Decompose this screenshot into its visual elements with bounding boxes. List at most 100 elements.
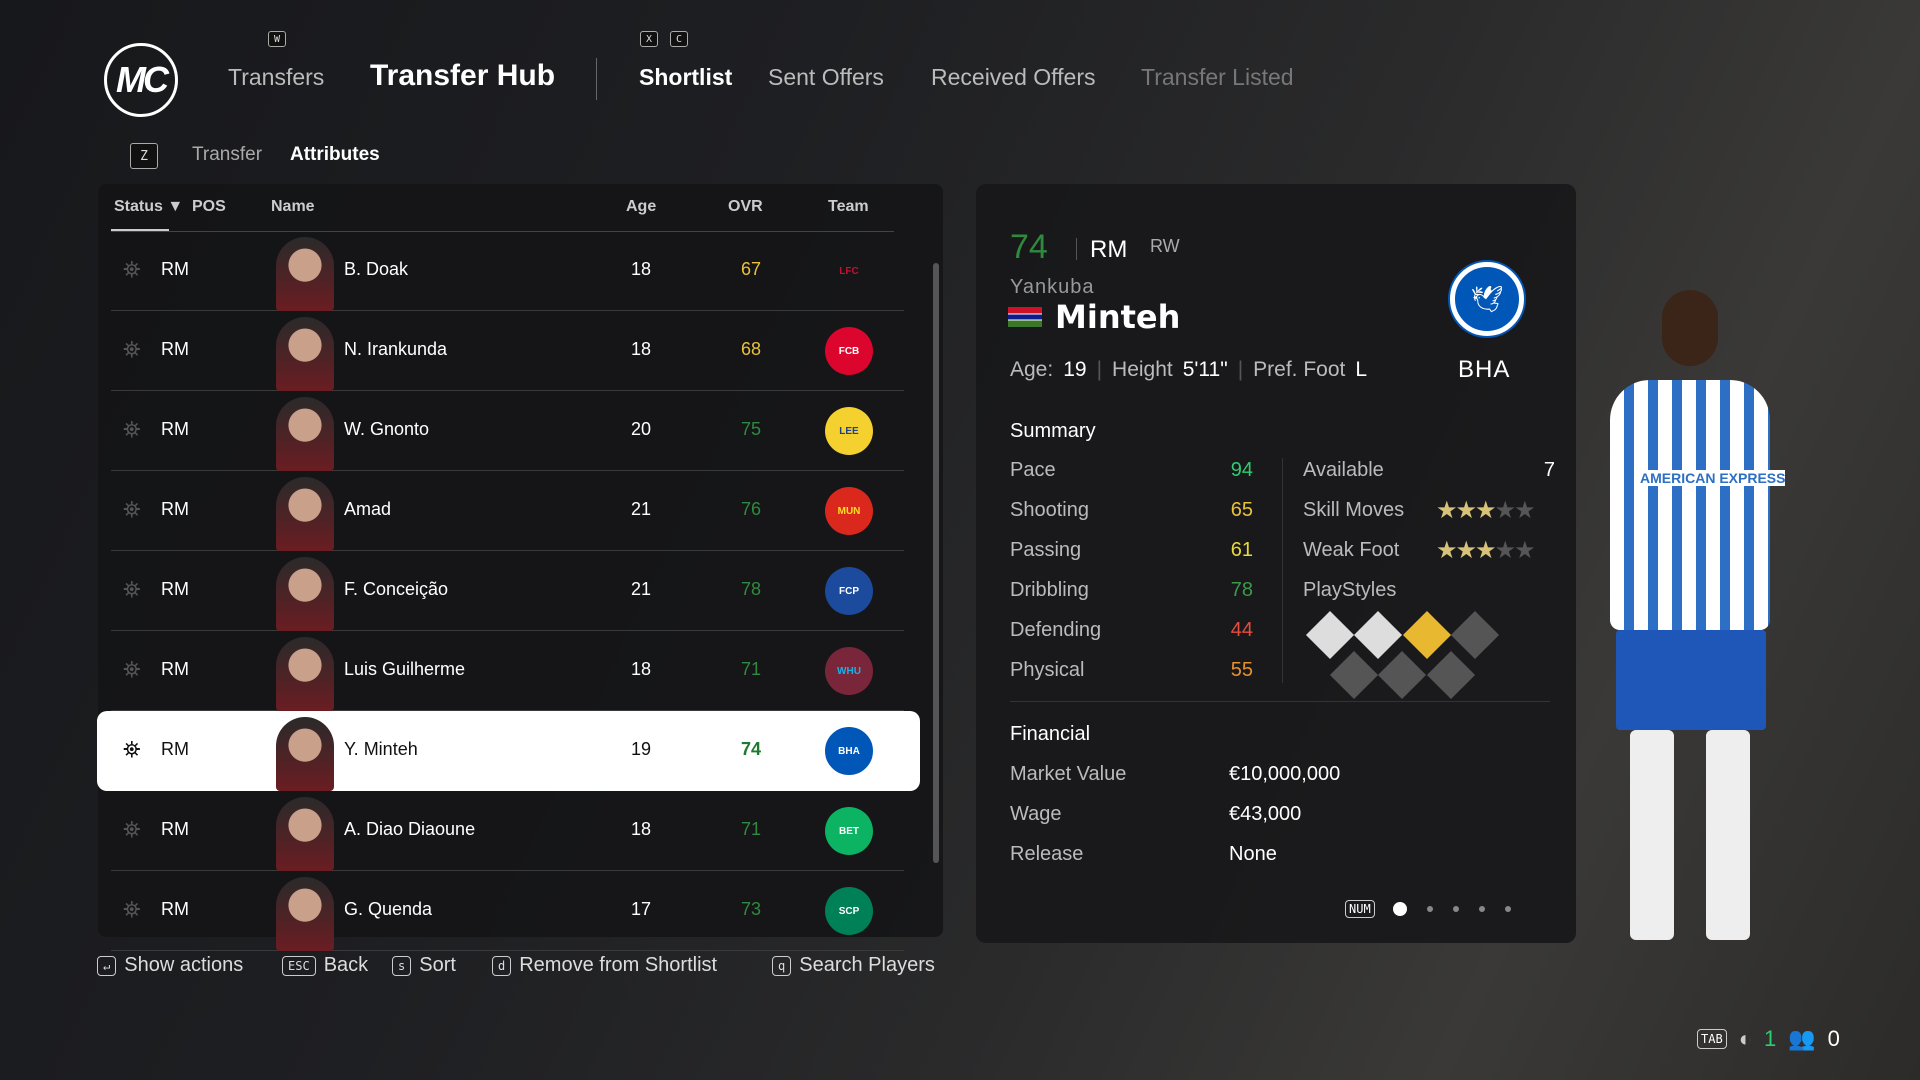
financial-label: Wage: [1010, 803, 1062, 825]
key-hint-z: Z: [130, 143, 158, 169]
height-value: 5'11": [1182, 358, 1228, 381]
row-name: F. Conceição: [344, 579, 449, 599]
table-row[interactable]: ⛯ RM Amad 21 76 MUN: [111, 471, 904, 551]
table-row[interactable]: ⛯ RM B. Doak 18 67 LFC: [111, 231, 904, 311]
table-row[interactable]: ⛯ RM Luis Guilherme 18 71 WHU: [111, 631, 904, 711]
row-ovr: 76: [741, 499, 762, 519]
row-age: 18: [631, 659, 652, 679]
binoculars-icon[interactable]: ⛯: [123, 257, 141, 283]
player-avatar: [276, 717, 334, 791]
stat-value: 78: [1230, 579, 1253, 601]
row-name: Amad: [344, 499, 392, 519]
key-hint-x: X: [640, 31, 658, 47]
brighton-crest-icon: 🕊: [1450, 262, 1524, 336]
player-avatar: [276, 877, 334, 951]
hint-sort[interactable]: s Sort: [392, 954, 456, 977]
player-avatar: [276, 557, 334, 631]
row-name: W. Gnonto: [344, 419, 430, 439]
age-label: Age:: [1010, 358, 1054, 381]
binoculars-icon[interactable]: ⛯: [123, 417, 141, 443]
col-team[interactable]: Team: [828, 198, 869, 216]
table-row[interactable]: ⛯ RM G. Quenda 17 73 SCP: [111, 871, 904, 951]
scrollbar[interactable]: [933, 263, 939, 863]
table-row[interactable]: ⛯ RM W. Gnonto 20 75 LEE: [111, 391, 904, 471]
divider: [1282, 458, 1283, 683]
binoculars-icon[interactable]: ⛯: [123, 817, 141, 843]
hint-search-players[interactable]: q Search Players: [772, 954, 935, 977]
table-row[interactable]: ⛯ RM A. Diao Diaoune 18 71 BET: [111, 791, 904, 871]
binoculars-icon[interactable]: ⛯: [123, 337, 141, 363]
row-name: G. Quenda: [344, 899, 433, 919]
hint-label: Sort: [419, 954, 456, 976]
page-dot[interactable]: [1452, 906, 1459, 912]
row-age: 21: [631, 499, 652, 519]
row-pos: RM: [161, 499, 189, 519]
team-crest-icon: FCP: [825, 567, 873, 615]
hint-remove-from-shortlist[interactable]: d Remove from Shortlist: [492, 954, 717, 977]
col-ovr[interactable]: OVR: [728, 198, 763, 216]
key-hint: s: [392, 955, 412, 976]
financial-label: Market Value: [1010, 763, 1127, 785]
key-hint: ↵: [97, 955, 117, 976]
page-dot[interactable]: [1426, 906, 1433, 912]
player-avatar: [276, 637, 334, 711]
hint-label: Search Players: [799, 954, 935, 976]
playstyles-label: PlayStyles: [1303, 579, 1397, 601]
friends-icon: 👥: [1788, 1026, 1816, 1051]
row-pos: RM: [161, 899, 189, 919]
player-avatar: [276, 397, 334, 471]
binoculars-icon[interactable]: ⛯: [123, 657, 141, 683]
team-crest-icon: LFC: [839, 265, 859, 277]
stat-label: Pace: [1010, 459, 1056, 481]
hint-label: Show actions: [124, 954, 244, 976]
page-dot[interactable]: [1504, 906, 1511, 912]
table-row[interactable]: ⛯ RM N. Irankunda 18 68 FCB: [111, 311, 904, 391]
binoculars-icon[interactable]: ⛯: [123, 737, 141, 763]
subtab-transfer[interactable]: Transfer: [192, 144, 262, 166]
tab-received-offers[interactable]: Received Offers: [931, 64, 1095, 91]
friends-count: 0: [1827, 1026, 1840, 1051]
key-hint: ESC: [282, 955, 316, 976]
player-avatar: [276, 477, 334, 551]
page-dot[interactable]: [1478, 906, 1485, 912]
col-name[interactable]: Name: [271, 198, 315, 216]
stat-value: 94: [1230, 459, 1253, 481]
row-age: 19: [631, 739, 652, 759]
tab-shortlist[interactable]: Shortlist: [639, 64, 732, 91]
financial-value: €43,000: [1229, 803, 1302, 825]
subtab-attributes[interactable]: Attributes: [290, 144, 380, 166]
hint-show-actions[interactable]: ↵ Show actions: [97, 954, 243, 977]
stat-label: Passing: [1010, 539, 1082, 561]
player-bio: Age: 19 | Height 5'11" | Pref. Foot L: [1010, 358, 1368, 381]
row-ovr: 71: [741, 659, 762, 679]
table-row[interactable]: ⛯ RM F. Conceição 21 78 FCP: [111, 551, 904, 631]
row-ovr: 68: [741, 339, 762, 359]
row-age: 18: [631, 819, 652, 839]
col-age[interactable]: Age: [626, 198, 656, 216]
tab-sent-offers[interactable]: Sent Offers: [768, 64, 884, 91]
binoculars-icon[interactable]: ⛯: [123, 497, 141, 523]
age-value: 19: [1063, 358, 1087, 381]
player-first-name: Yankuba: [1010, 276, 1095, 298]
row-age: 21: [631, 579, 652, 599]
row-pos: RM: [161, 259, 189, 279]
table-row[interactable]: ⛯ RM Y. Minteh 19 74 BHA: [97, 711, 920, 791]
row-age: 18: [631, 259, 652, 279]
tab-transfers[interactable]: Transfers: [228, 64, 324, 91]
hint-back[interactable]: ESC Back: [282, 954, 368, 977]
pager[interactable]: NUM: [1345, 900, 1511, 918]
stat-value: 61: [1230, 539, 1253, 561]
stat-label: Defending: [1010, 619, 1102, 641]
tab-transfer-listed[interactable]: Transfer Listed: [1141, 64, 1294, 91]
page-dot[interactable]: [1392, 902, 1407, 916]
hint-label: Back: [323, 954, 369, 976]
col-pos[interactable]: POS: [192, 198, 226, 216]
col-status[interactable]: Status ▼: [114, 198, 183, 216]
skill-moves-stars: ★★★★★: [1436, 497, 1536, 524]
chat-icon: ◐: [1738, 1026, 1752, 1051]
skill-moves-label: Skill Moves: [1303, 499, 1405, 521]
binoculars-icon[interactable]: ⛯: [123, 577, 141, 603]
binoculars-icon[interactable]: ⛯: [123, 897, 141, 923]
key-hint: q: [772, 955, 792, 976]
row-age: 20: [631, 419, 652, 439]
